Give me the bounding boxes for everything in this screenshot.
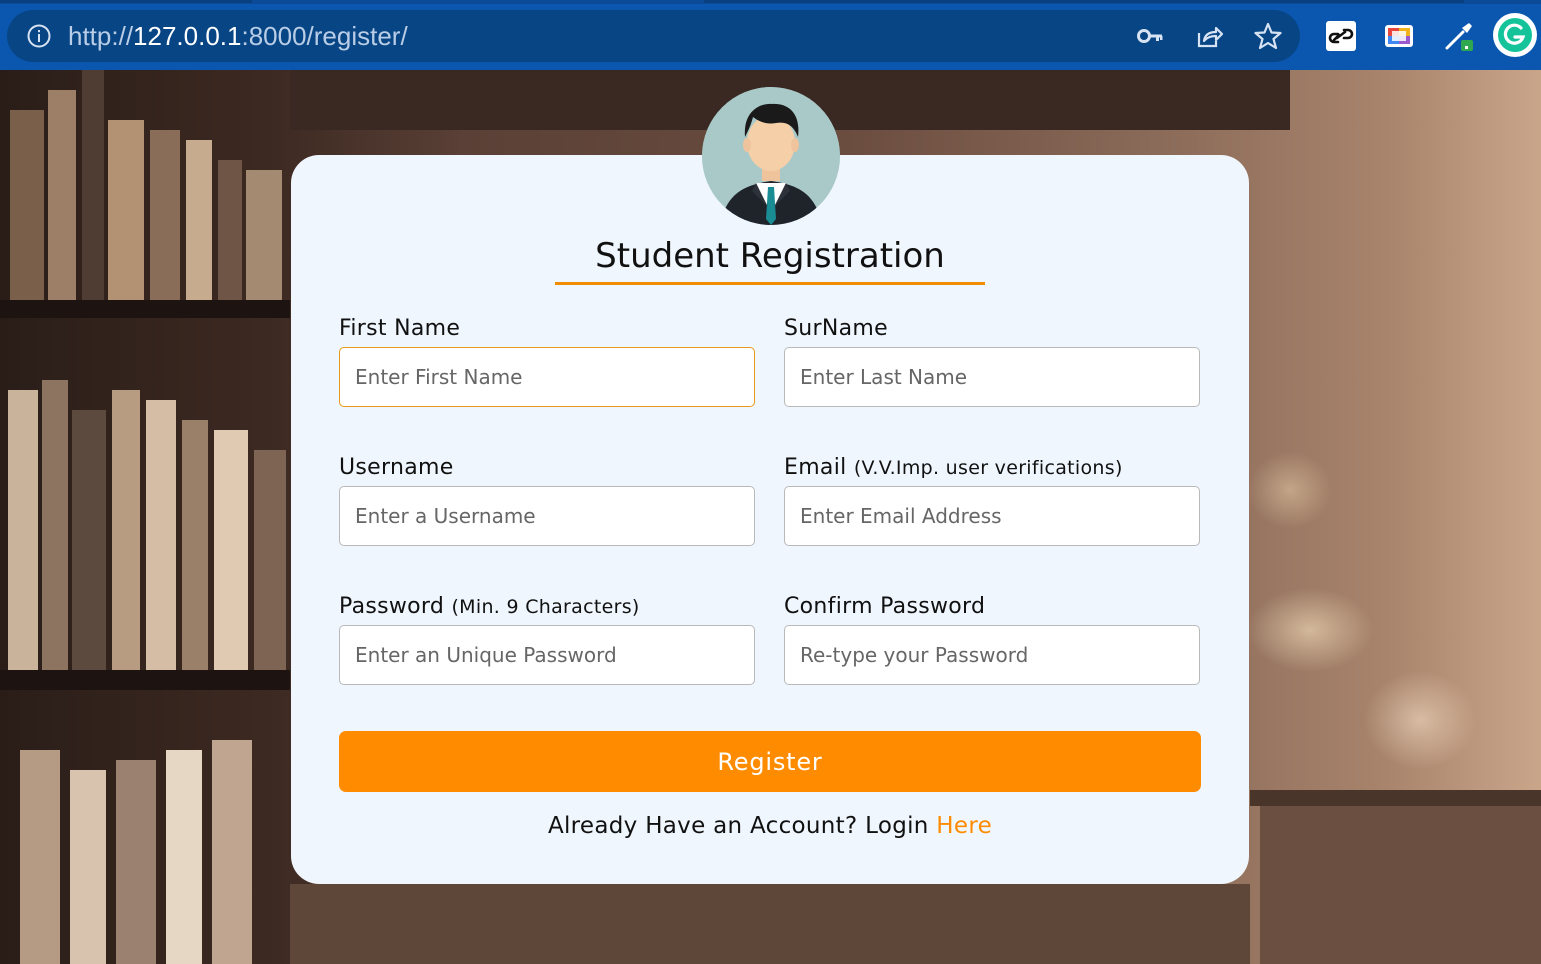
shelf <box>0 670 290 690</box>
email-note: (V.V.Imp. user verifications) <box>853 457 1123 479</box>
title-underline <box>555 282 985 285</box>
book <box>70 770 106 964</box>
password-note: (Min. 9 Characters) <box>451 596 640 618</box>
color-palette-extension-icon[interactable] <box>1383 20 1415 52</box>
student-avatar <box>702 87 840 225</box>
book <box>182 420 208 670</box>
tab[interactable] <box>0 0 252 3</box>
book <box>8 390 38 670</box>
book <box>214 430 248 670</box>
url-scheme: http:// <box>68 21 134 51</box>
book <box>10 110 44 300</box>
star-icon[interactable] <box>1253 22 1283 50</box>
book <box>42 380 68 670</box>
tab-strip <box>0 0 1541 4</box>
book <box>20 750 60 964</box>
login-prompt: Already Have an Account? Login Here <box>291 810 1249 842</box>
book <box>1260 806 1541 964</box>
book <box>218 160 242 300</box>
url-text[interactable]: http://127.0.0.1:8000/register/ <box>68 20 408 52</box>
url-host: 127.0.0.1 <box>133 21 242 51</box>
first-name-input[interactable] <box>339 347 755 407</box>
book <box>108 120 144 300</box>
book <box>166 750 202 964</box>
browser-toolbar: http://127.0.0.1:8000/register/ <box>0 0 1541 70</box>
book <box>112 390 140 670</box>
login-prompt-text: Already Have an Account? Login <box>547 813 929 839</box>
password-label-text: Password <box>339 594 445 619</box>
email-label: Email (V.V.Imp. user verifications) <box>784 453 1123 483</box>
register-button[interactable]: Register <box>339 731 1201 792</box>
surname-input[interactable] <box>784 347 1200 407</box>
avatar-icon <box>702 87 840 225</box>
book <box>290 884 1250 964</box>
info-icon[interactable] <box>27 24 51 48</box>
book <box>72 410 106 670</box>
username-label: Username <box>339 455 454 480</box>
tab[interactable] <box>704 0 1464 3</box>
book <box>254 450 286 670</box>
email-label-text: Email <box>784 455 847 480</box>
email-input[interactable] <box>784 486 1200 546</box>
key-icon[interactable] <box>1135 22 1165 50</box>
password-input[interactable] <box>339 625 755 685</box>
book <box>146 400 176 670</box>
grammarly-icon[interactable] <box>1492 12 1538 58</box>
book <box>48 90 76 300</box>
password-label: Password (Min. 9 Characters) <box>339 592 640 622</box>
surname-label: SurName <box>784 316 888 341</box>
confirm-password-input[interactable] <box>784 625 1200 685</box>
book <box>82 70 104 300</box>
share-icon[interactable] <box>1194 22 1224 50</box>
address-bar[interactable]: http://127.0.0.1:8000/register/ <box>7 10 1300 62</box>
shelf <box>1250 790 1541 806</box>
form-title: Student Registration <box>595 236 945 276</box>
book <box>246 170 282 300</box>
book <box>186 140 212 300</box>
first-name-label: First Name <box>339 316 461 341</box>
login-link[interactable]: Here <box>936 813 992 839</box>
link-extension-icon[interactable] <box>1325 20 1357 52</box>
shelf <box>0 300 290 318</box>
eyedropper-extension-icon[interactable] <box>1443 20 1475 52</box>
username-input[interactable] <box>339 486 755 546</box>
book <box>212 740 252 964</box>
book <box>116 760 156 964</box>
confirm-password-label: Confirm Password <box>784 594 986 619</box>
book <box>150 130 180 300</box>
url-path: :8000/register/ <box>241 21 408 51</box>
